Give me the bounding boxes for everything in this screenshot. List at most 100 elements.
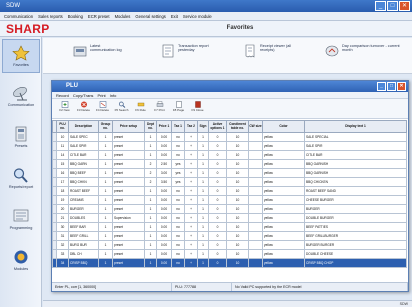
table-cell[interactable]: 17 [56,177,69,187]
table-cell[interactable]: 2 [144,159,157,169]
table-cell[interactable]: no [171,195,185,205]
col-header[interactable]: Price setup [112,120,145,133]
table-cell[interactable]: DBL CH [68,249,99,259]
col-header[interactable]: PLU no. [56,120,69,133]
menu-communication[interactable]: Communication [4,12,33,20]
table-cell[interactable]: 15 [56,159,69,169]
table-cell[interactable]: preset [112,231,145,241]
table-cell[interactable]: 0 [208,258,227,268]
table-cell[interactable]: BBQ CHICKEN [304,177,407,187]
menu-sales-reports[interactable]: Sales reports [38,12,63,20]
table-cell[interactable]: 0.00 [156,222,172,232]
table-row[interactable]: 16 BBQ BEEF 1 preset 2 3.00 yes +1 0 10 yellow BBQ … [52,168,407,178]
table-cell[interactable]: no [171,222,185,232]
table-cell[interactable]: 10 [226,132,249,142]
table-cell[interactable]: 1 [144,141,157,151]
table-cell[interactable]: SALE SPIR [68,141,99,151]
new-button[interactable]: F2 New [56,101,73,116]
table-cell[interactable]: yellow [262,213,305,223]
table-cell[interactable]: 10 [226,150,249,160]
table-cell[interactable]: 0.00 [156,249,172,259]
table-row[interactable]: 17 BBQ CHKN 1 preset 2 3.50 yes +1 0 10 yellow BBQ … [52,177,407,187]
table-cell[interactable]: yellow [262,168,305,178]
table-cell[interactable]: + [184,213,198,223]
table-cell[interactable]: yellow [262,258,305,268]
table-cell[interactable]: 10 [226,240,249,250]
table-cell[interactable]: 1 [197,213,209,223]
table-cell[interactable]: 10 [226,159,249,169]
close-button[interactable]: ✕ [399,1,410,11]
table-cell[interactable]: no [171,213,185,223]
fav-transaction-report[interactable]: Transaction report yesterday [161,44,222,58]
table-cell[interactable]: 0.00 [156,204,172,214]
table-cell[interactable]: no [171,132,185,142]
table-cell[interactable]: 0.00 [156,213,172,223]
col-header[interactable]: Description [68,120,99,133]
table-cell[interactable] [248,132,263,142]
table-row[interactable]: 11 SALE SPIR 1 preset 1 0.00 no +1 0 10 yellow SALE… [52,141,407,151]
table-cell[interactable]: preset [112,177,145,187]
col-header[interactable]: Color [262,120,305,133]
table-cell[interactable]: BURGER [68,204,99,214]
table-cell[interactable]: 1 [144,186,157,196]
close-book-button[interactable]: F9 Close [189,101,206,116]
table-cell[interactable]: 0 [208,213,227,223]
table-cell[interactable]: 10 [226,168,249,178]
table-cell[interactable]: no [171,231,185,241]
table-cell[interactable]: 0 [208,204,227,214]
col-header[interactable]: Condiment table no. [226,120,249,133]
fav-communication-log[interactable]: Latest communication log [73,44,126,58]
plu-menu-copy-trans[interactable]: Copy/Trans [73,92,94,98]
table-cell[interactable]: 1 [98,240,113,250]
table-cell[interactable]: ROAST BEEF SAND [304,186,407,196]
table-row[interactable]: 21 DOUBLES 1 Supervision 1 0.00 no +1 0 10 yellow D… [52,213,407,223]
table-cell[interactable]: 0 [208,150,227,160]
sidebar-item-programming[interactable]: Programming [2,203,40,237]
table-cell[interactable] [248,222,263,232]
table-cell[interactable]: yellow [262,150,305,160]
table-cell[interactable]: BBQ GARNISH [304,168,407,178]
table-cell[interactable]: 0.00 [156,150,172,160]
table-cell[interactable]: 31 [56,231,69,241]
col-header[interactable]: Tax 1 [171,120,185,133]
table-cell[interactable]: 0 [208,222,227,232]
table-row[interactable]: 31 BEEF GRILL 1 preset 1 0.00 no +1 0 10 yellow BEE… [52,231,407,241]
table-cell[interactable]: + [184,141,198,151]
table-cell[interactable]: 0 [208,195,227,205]
table-cell[interactable]: CITLE BAR [68,150,99,160]
table-cell[interactable]: preset [112,159,145,169]
table-cell[interactable]: yes [171,168,185,178]
minimize-button[interactable]: _ [375,1,386,11]
menu-service-module[interactable]: Service module [183,12,212,20]
table-cell[interactable]: no [171,204,185,214]
table-cell[interactable]: CRISP BBQ CHOP [304,258,407,268]
table-cell[interactable]: yellow [262,141,305,151]
table-cell[interactable]: 0 [208,132,227,142]
table-cell[interactable]: yellow [262,177,305,187]
table-cell[interactable]: 1 [98,222,113,232]
table-cell[interactable]: SALE SPIR [304,141,407,151]
table-cell[interactable]: 1 [144,213,157,223]
table-cell[interactable]: 34 [56,258,69,268]
table-cell[interactable]: + [184,195,198,205]
table-cell[interactable] [248,240,263,250]
table-cell[interactable]: + [184,204,198,214]
table-cell[interactable]: 10 [226,249,249,259]
table-cell[interactable]: 0.00 [156,195,172,205]
table-cell[interactable]: BBQ GARNISH [304,159,407,169]
table-cell[interactable]: 1 [144,150,157,160]
table-cell[interactable]: preset [112,240,145,250]
table-cell[interactable]: yellow [262,222,305,232]
table-cell[interactable]: preset [112,258,145,268]
table-cell[interactable]: BEEF PATTIES [304,222,407,232]
col-header[interactable]: Display text 1 [304,120,407,133]
table-cell[interactable]: 2 [144,177,157,187]
table-cell[interactable]: 1 [144,231,157,241]
table-cell[interactable]: no [171,150,185,160]
table-cell[interactable]: 0.00 [156,240,172,250]
menu-exit[interactable]: Exit [171,12,178,20]
table-cell[interactable]: 10 [226,195,249,205]
table-cell[interactable]: yellow [262,186,305,196]
delete-button[interactable]: F3 Delete [75,101,92,116]
table-cell[interactable]: 1 [197,168,209,178]
